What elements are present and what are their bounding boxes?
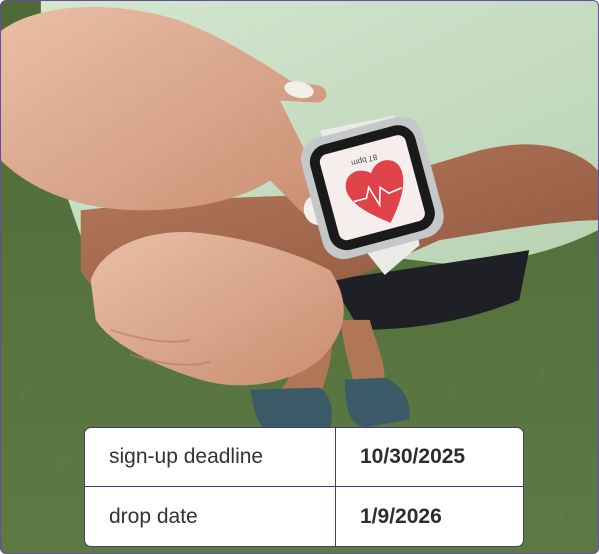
- drop-date-label: drop date: [85, 487, 336, 546]
- info-card: 87 bpm sign-up deadline 10/30/2025 drop …: [0, 0, 599, 554]
- deadline-table: sign-up deadline 10/30/2025 drop date 1/…: [84, 427, 524, 547]
- signup-deadline-label: sign-up deadline: [85, 428, 336, 487]
- drop-date-value: 1/9/2026: [360, 504, 442, 528]
- signup-deadline-value: 10/30/2025: [336, 428, 523, 487]
